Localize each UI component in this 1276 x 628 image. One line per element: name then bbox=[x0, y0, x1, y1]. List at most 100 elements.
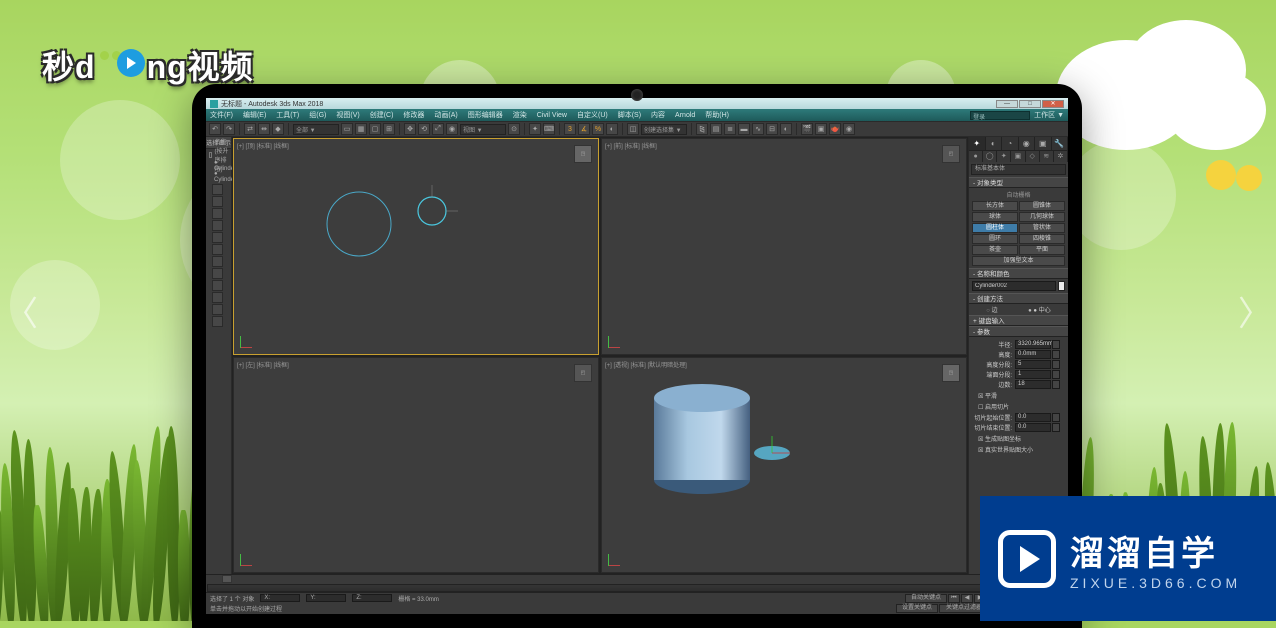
align-icon[interactable]: ▤ bbox=[710, 123, 722, 135]
link-icon[interactable]: ⇄ bbox=[244, 123, 256, 135]
ribbon-icon[interactable]: ▬ bbox=[738, 123, 750, 135]
bind-icon[interactable]: ◆ bbox=[272, 123, 284, 135]
slicefrom-spinner[interactable]: 0.0 bbox=[1015, 413, 1051, 422]
menu-tools[interactable]: 工具(T) bbox=[276, 110, 299, 120]
spinner-icon[interactable] bbox=[1052, 360, 1060, 369]
coord-system-dropdown[interactable]: 视图 ▼ bbox=[460, 124, 506, 135]
tool-icon[interactable] bbox=[212, 268, 223, 279]
prim-teapot-button[interactable]: 茶壶 bbox=[972, 245, 1018, 255]
viewcube-icon[interactable]: ◰ bbox=[942, 145, 960, 163]
prim-plane-button[interactable]: 平面 bbox=[1019, 245, 1065, 255]
tool-icon[interactable] bbox=[212, 304, 223, 315]
render-setup-icon[interactable]: 🎬 bbox=[801, 123, 813, 135]
prim-cone-button[interactable]: 圆锥体 bbox=[1019, 201, 1065, 211]
keymode-icon[interactable]: ⌨ bbox=[543, 123, 555, 135]
prim-text-button[interactable]: 加强型文本 bbox=[972, 256, 1065, 266]
menu-animation[interactable]: 动画(A) bbox=[434, 110, 457, 120]
sides-spinner[interactable]: 18 bbox=[1015, 380, 1051, 389]
rollout-keyboard[interactable]: + 键盘输入 bbox=[969, 315, 1068, 326]
menu-civil[interactable]: Civil View bbox=[537, 112, 567, 119]
autokey-button[interactable]: 自动关键点 bbox=[905, 594, 947, 603]
carousel-prev-button[interactable]: 〈 bbox=[0, 280, 44, 341]
window-crossing-icon[interactable]: ⊞ bbox=[383, 123, 395, 135]
menu-graph[interactable]: 图形编辑器 bbox=[468, 110, 503, 120]
spinner-icon[interactable] bbox=[1052, 423, 1060, 432]
snap2d-icon[interactable]: 3 bbox=[564, 123, 576, 135]
schematic-icon[interactable]: ⊟ bbox=[766, 123, 778, 135]
prim-tube-button[interactable]: 管状体 bbox=[1019, 223, 1065, 233]
list-item[interactable]: ● Cylinder bbox=[206, 171, 231, 182]
menu-custom[interactable]: 自定义(U) bbox=[577, 110, 608, 120]
render-prod-icon[interactable]: ◉ bbox=[843, 123, 855, 135]
spinner-icon[interactable] bbox=[1052, 380, 1060, 389]
tool-icon[interactable] bbox=[212, 220, 223, 231]
tool-icon[interactable] bbox=[212, 244, 223, 255]
manip-icon[interactable]: ✦ bbox=[529, 123, 541, 135]
viewcube-icon[interactable]: ◰ bbox=[574, 364, 592, 382]
spinner-icon[interactable] bbox=[1052, 370, 1060, 379]
genmap-checkbox[interactable]: 生成贴图坐标 bbox=[972, 433, 1065, 444]
subtab-lights-icon[interactable]: ✦ bbox=[997, 151, 1011, 162]
subtab-systems-icon[interactable]: ✲ bbox=[1054, 151, 1068, 162]
object-name-input[interactable] bbox=[972, 281, 1056, 291]
menu-edit[interactable]: 编辑(E) bbox=[243, 110, 266, 120]
viewport-left[interactable]: [+] [左] [标准] [线框] ◰ bbox=[233, 357, 599, 574]
capsegs-spinner[interactable]: 1 bbox=[1015, 370, 1051, 379]
spinner-icon[interactable] bbox=[1052, 350, 1060, 359]
goto-start-icon[interactable]: ⏮ bbox=[948, 594, 960, 603]
rwms-checkbox[interactable]: 真实世界贴图大小 bbox=[972, 444, 1065, 455]
tool-icon[interactable] bbox=[212, 256, 223, 267]
slice-checkbox[interactable]: 启用切片 bbox=[972, 401, 1065, 412]
tab-hierarchy-icon[interactable]: ◔ bbox=[1002, 137, 1019, 150]
prim-geosphere-button[interactable]: 几何球体 bbox=[1019, 212, 1065, 222]
spinner-snap-icon[interactable]: ◐ bbox=[606, 123, 618, 135]
rollout-create-method[interactable]: - 创建方法 bbox=[969, 293, 1068, 304]
subtab-spacewarps-icon[interactable]: ≋ bbox=[1040, 151, 1054, 162]
signin-dropdown[interactable]: 登录 bbox=[970, 111, 1030, 120]
prev-frame-icon[interactable]: ◀ bbox=[961, 594, 973, 603]
heightsegs-spinner[interactable]: 5 bbox=[1015, 360, 1051, 369]
coord-x[interactable]: X: bbox=[260, 594, 300, 602]
select-name-icon[interactable]: ▦ bbox=[355, 123, 367, 135]
subtab-geometry-icon[interactable]: ● bbox=[969, 151, 983, 162]
time-slider[interactable] bbox=[206, 574, 1068, 584]
height-spinner[interactable]: 0.0mm bbox=[1015, 350, 1051, 359]
named-sel-dropdown[interactable]: 创建选择集 ▼ bbox=[641, 124, 687, 135]
rotate-icon[interactable]: ⟲ bbox=[418, 123, 430, 135]
menu-modifiers[interactable]: 修改器 bbox=[403, 110, 424, 120]
move-icon[interactable]: ✥ bbox=[404, 123, 416, 135]
tool-icon[interactable] bbox=[212, 196, 223, 207]
prim-torus-button[interactable]: 圆环 bbox=[972, 234, 1018, 244]
tab-create-icon[interactable]: ✦ bbox=[969, 137, 986, 150]
smooth-checkbox[interactable]: 平滑 bbox=[972, 390, 1065, 401]
material-editor-icon[interactable]: ◐ bbox=[780, 123, 792, 135]
viewport-front[interactable]: [+] [前] [标准] [线框] ◰ bbox=[601, 138, 967, 355]
subtab-cameras-icon[interactable]: ▣ bbox=[1011, 151, 1025, 162]
menu-create[interactable]: 创建(C) bbox=[370, 110, 394, 120]
subtab-shapes-icon[interactable]: ◯ bbox=[983, 151, 997, 162]
prim-cylinder-button[interactable]: 圆柱体 bbox=[972, 223, 1018, 233]
tab-utilities-icon[interactable]: 🔧 bbox=[1052, 137, 1069, 150]
ed-sel-icon[interactable]: ◫ bbox=[627, 123, 639, 135]
tool-icon[interactable] bbox=[212, 208, 223, 219]
viewport-perspective[interactable]: [+] [透视] [标准] [默认明暗处理] ◳ bbox=[601, 357, 967, 574]
menu-script[interactable]: 脚本(S) bbox=[618, 110, 641, 120]
track-bar[interactable] bbox=[207, 584, 1067, 592]
snap-percent-icon[interactable]: % bbox=[592, 123, 604, 135]
geometry-type-dropdown[interactable]: 标准基本体 bbox=[971, 164, 1066, 175]
tab-display-icon[interactable]: ▣ bbox=[1035, 137, 1052, 150]
scene-explorer-panel[interactable]: 选择显示 名称(按升序排序) ● Cylinde ● Cylinder bbox=[206, 137, 232, 574]
tab-motion-icon[interactable]: ◉ bbox=[1019, 137, 1036, 150]
rollout-name-color[interactable]: - 名称和颜色 bbox=[969, 268, 1068, 279]
menu-group[interactable]: 组(G) bbox=[309, 110, 326, 120]
menu-content[interactable]: 内容 bbox=[651, 110, 665, 120]
undo-icon[interactable]: ↶ bbox=[209, 123, 221, 135]
redo-icon[interactable]: ↷ bbox=[223, 123, 235, 135]
setkey-button[interactable]: 设置关键点 bbox=[896, 604, 938, 613]
tool-icon[interactable] bbox=[212, 316, 223, 327]
close-button[interactable]: ✕ bbox=[1042, 100, 1064, 108]
pivot-icon[interactable]: ⊙ bbox=[508, 123, 520, 135]
rollout-parameters[interactable]: - 参数 bbox=[969, 326, 1068, 337]
rollout-object-type[interactable]: - 对象类型 bbox=[969, 177, 1068, 188]
tab-modify-icon[interactable]: ◐ bbox=[986, 137, 1003, 150]
